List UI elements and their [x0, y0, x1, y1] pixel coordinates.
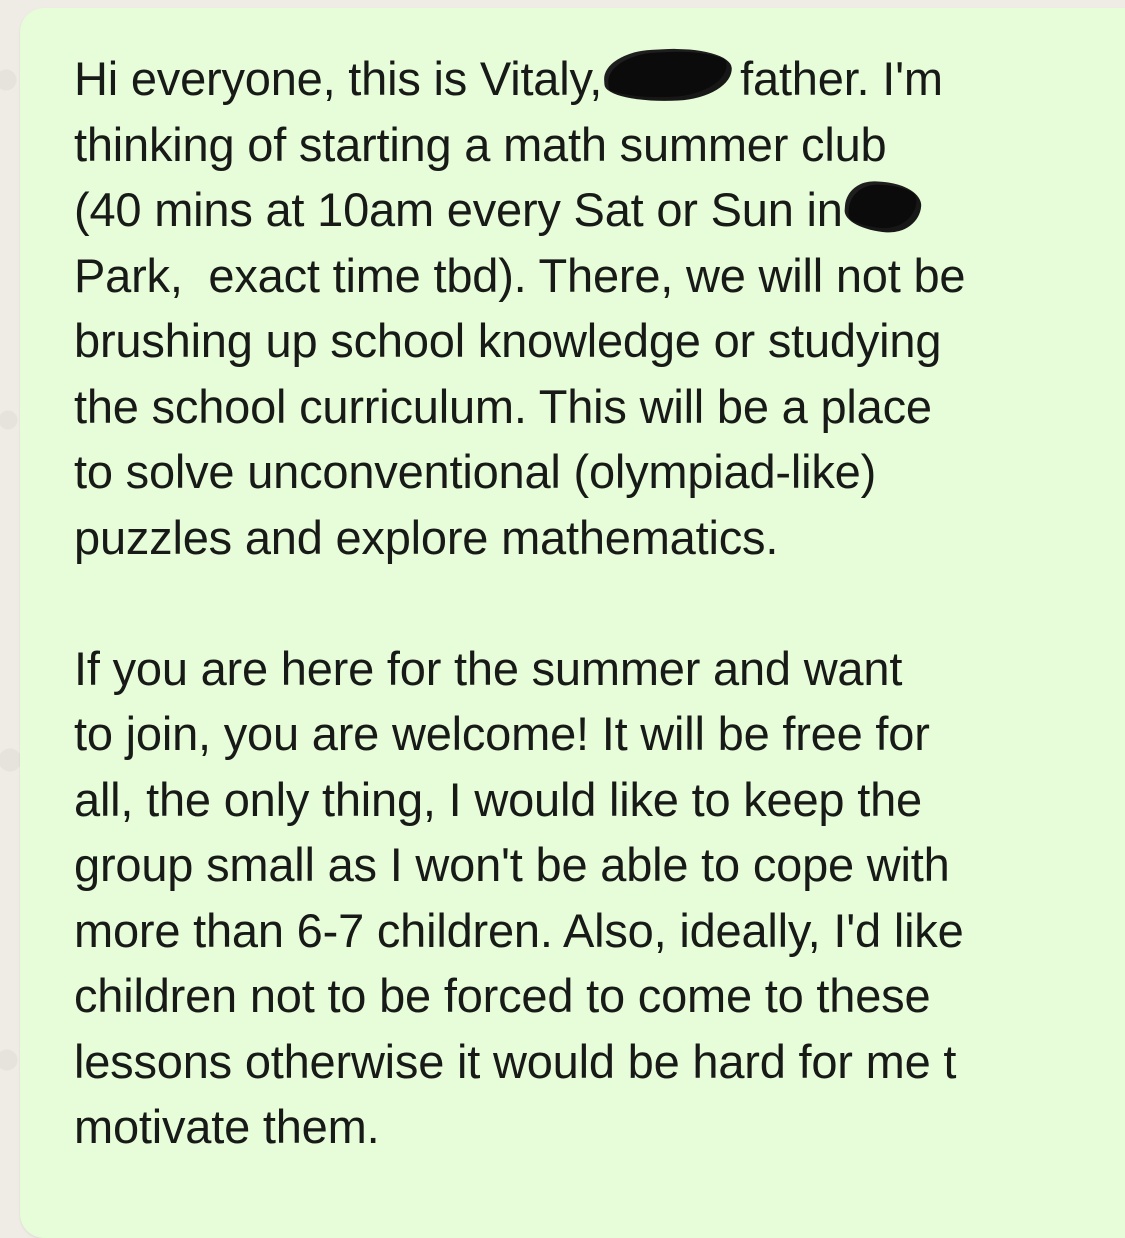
redacted-place-scribble — [843, 179, 923, 235]
message-line-12: all, the only thing, I would like to kee… — [74, 772, 922, 826]
message-line-16: lessons otherwise it would be hard for m… — [74, 1034, 957, 1088]
message-line-8: puzzles and explore mathematics. — [74, 510, 779, 564]
message-line-7: to solve unconventional (olympiad-like) — [74, 445, 877, 498]
redacted-name-scribble — [602, 45, 734, 105]
message-line-5: brushing up school knowledge or studying — [74, 314, 942, 367]
message-line-14: more than 6-7 children. Also, ideally, I… — [74, 903, 964, 957]
message-line-2: thinking of starting a math summer club — [74, 117, 887, 171]
message-line-4: Park, exact time tbd). There, we will no… — [74, 248, 966, 302]
message-line-15: children not to be forced to come to the… — [74, 969, 931, 1022]
message-line-17: motivate them. — [74, 1100, 380, 1153]
message-line-3-start: (40 mins at 10am every Sat or Sun in — [74, 183, 843, 236]
message-line-6: the school curriculum. This will be a pl… — [74, 379, 932, 433]
message-text: Hi everyone, this is Vitaly, father. I'm … — [74, 45, 966, 1160]
message-line-13: group small as I won't be able to cope w… — [74, 838, 950, 891]
message-line-10: If you are here for the summer and want — [74, 641, 903, 695]
message-bubble[interactable]: Hi everyone, this is Vitaly, father. I'm … — [20, 8, 1125, 1238]
message-line-11: to join, you are welcome! It will be fre… — [74, 707, 930, 760]
message-line-1: Hi everyone, this is Vitaly, father. I'm — [74, 45, 965, 112]
message-line-3: (40 mins at 10am every Sat or Sun in — [74, 177, 965, 243]
message-line-1-start: Hi everyone, this is Vitaly, — [74, 52, 603, 105]
message-line-1-end: father. I'm — [740, 52, 943, 105]
